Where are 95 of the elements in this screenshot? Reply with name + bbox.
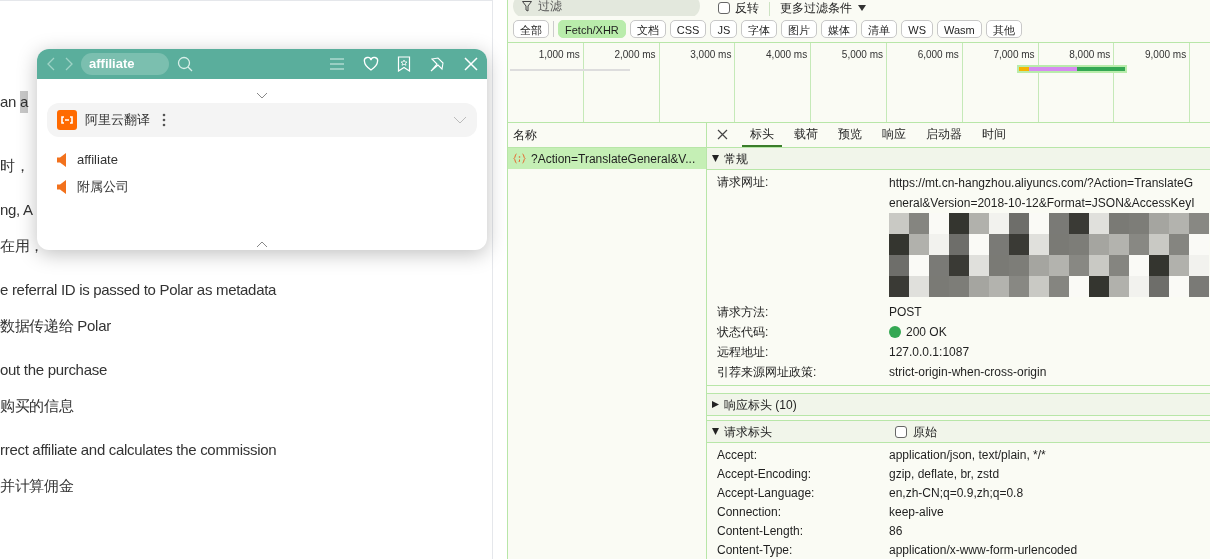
document-text: 购买的信息 — [0, 395, 74, 416]
filter-field[interactable]: 过滤 — [513, 0, 700, 16]
checkbox[interactable] — [895, 425, 907, 438]
filter-chip[interactable]: 字体 — [741, 20, 778, 38]
time-tick-label: 5,000 ms — [841, 49, 883, 60]
heart-icon[interactable] — [363, 56, 379, 72]
filter-chip[interactable]: 清单 — [861, 20, 898, 38]
header-value: application/x-www-form-urlencoded — [889, 541, 1078, 559]
document-text: 在用， — [0, 235, 45, 256]
filter-chip[interactable]: Fetch/XHR — [558, 20, 626, 38]
header-name: 请求方法: — [717, 304, 770, 321]
filter-chip[interactable]: 文档 — [629, 20, 666, 38]
triangle-right-icon — [712, 401, 719, 408]
section-header[interactable]: 常规 — [707, 148, 1210, 170]
document-text: e referral ID is passed to Polar as metadata — [0, 279, 277, 300]
document-text: an — [0, 91, 18, 112]
header-value: strict-origin-when-cross-origin — [889, 364, 1047, 381]
more-filters-dropdown[interactable]: 更多过滤条件 — [780, 0, 866, 16]
detail-tab[interactable]: 载荷 — [786, 122, 826, 147]
time-tick-label: 7,000 ms — [993, 49, 1035, 60]
filter-chip[interactable]: JS — [710, 20, 738, 38]
section-header[interactable]: 请求标头 原始 — [707, 421, 1210, 443]
bookmark-icon[interactable] — [397, 56, 411, 72]
header-name: Accept-Encoding: — [717, 465, 813, 483]
header-value: keep-alive — [889, 503, 944, 521]
translator-name: 阿里云翻译 — [85, 111, 150, 130]
filter-chip[interactable]: 图片 — [781, 20, 818, 38]
back-icon[interactable] — [45, 56, 57, 72]
header-value: gzip, deflate, br, zstd — [889, 465, 1000, 483]
header-value: en,zh-CN;q=0.9,zh;q=0.8 — [889, 484, 1024, 502]
header-value: 86 — [889, 522, 903, 540]
triangle-down-icon — [712, 155, 719, 162]
translation-text: 附属公司 — [77, 178, 129, 197]
time-tick-label: 1,000 ms — [538, 49, 580, 60]
pin-icon[interactable] — [429, 56, 445, 72]
header-name: 状态代码: — [717, 324, 770, 341]
detail-tab[interactable]: 启动器 — [918, 122, 970, 147]
speaker-icon[interactable] — [57, 153, 67, 167]
close-icon[interactable] — [717, 129, 728, 140]
header-value: POST — [889, 304, 922, 321]
translator-row[interactable]: 阿里云翻译 — [47, 103, 477, 137]
header-name: Accept-Language: — [717, 484, 816, 502]
header-name: Content-Length: — [717, 522, 805, 540]
document-text: out the purchase — [0, 359, 107, 380]
time-tick-label: 8,000 ms — [1069, 49, 1111, 60]
request-row[interactable]: ?Action=TranslateGeneral&V... — [508, 148, 706, 169]
document-text: 数据传递给 Polar — [0, 315, 111, 336]
detail-tab[interactable]: 时间 — [974, 122, 1014, 147]
document-text: rrect affiliate and calculates the commission — [0, 439, 277, 460]
forward-icon[interactable] — [63, 56, 75, 72]
chevron-down-icon[interactable] — [453, 116, 467, 124]
checkbox[interactable] — [718, 2, 730, 14]
filter-icon — [522, 0, 532, 12]
header-name: Accept: — [717, 446, 759, 464]
document-text: 并计算佣金 — [0, 475, 74, 496]
section-header[interactable]: 响应标头 (10) — [707, 394, 1210, 416]
header-value: 200 OK — [906, 324, 947, 341]
document-text: ng, A — [0, 199, 33, 220]
filter-chip[interactable]: 媒体 — [821, 20, 858, 38]
time-tick-label: 6,000 ms — [917, 49, 959, 60]
header-name: Connection: — [717, 503, 783, 521]
document-text: 时， — [0, 155, 30, 176]
filter-chip[interactable]: 其他 — [985, 20, 1022, 38]
chevron-up-icon[interactable] — [256, 240, 268, 248]
caret-icon — [858, 5, 866, 11]
more-icon[interactable] — [162, 113, 166, 127]
filter-chip[interactable]: Wasm — [937, 20, 982, 38]
selected-text: a — [19, 90, 28, 114]
header-name: 远程地址: — [717, 344, 770, 361]
header-value: https://mt.cn-hangzhou.aliyuncs.com/?Action=TranslateG — [889, 175, 1195, 192]
header-name: 引荐来源网址政策: — [717, 364, 818, 381]
triangle-down-icon — [712, 428, 719, 435]
time-tick-label: 4,000 ms — [766, 49, 808, 60]
time-tick-label: 3,000 ms — [690, 49, 732, 60]
filter-chip[interactable]: WS — [901, 20, 933, 38]
checkbox-label: 反转 — [735, 0, 759, 16]
detail-tab[interactable]: 预览 — [830, 122, 870, 147]
chevron-down-icon[interactable] — [256, 92, 268, 100]
translation-text: affiliate — [77, 151, 118, 170]
filter-chip[interactable]: CSS — [669, 20, 707, 38]
checkbox-label: 原始 — [913, 423, 937, 441]
time-tick-label: 2,000 ms — [614, 49, 656, 60]
header-value: 127.0.0.1:1087 — [889, 344, 970, 361]
translator-logo-icon — [57, 110, 77, 130]
time-tick-label: 9,000 ms — [1145, 49, 1187, 60]
header-name: 请求网址: — [717, 174, 770, 191]
header-value: application/json, text/plain, */* — [889, 446, 1046, 464]
code-braces-icon — [513, 153, 526, 164]
speaker-icon[interactable] — [57, 180, 67, 194]
menu-icon[interactable] — [329, 57, 345, 71]
header-name: Content-Type: — [717, 541, 794, 559]
search-icon[interactable] — [177, 56, 193, 72]
header-value: eneral&Version=2018-10-12&Format=JSON&AccessKeyI — [889, 195, 1196, 212]
filter-chip[interactable]: 全部 — [513, 20, 549, 38]
detail-tab[interactable]: 响应 — [874, 122, 914, 147]
